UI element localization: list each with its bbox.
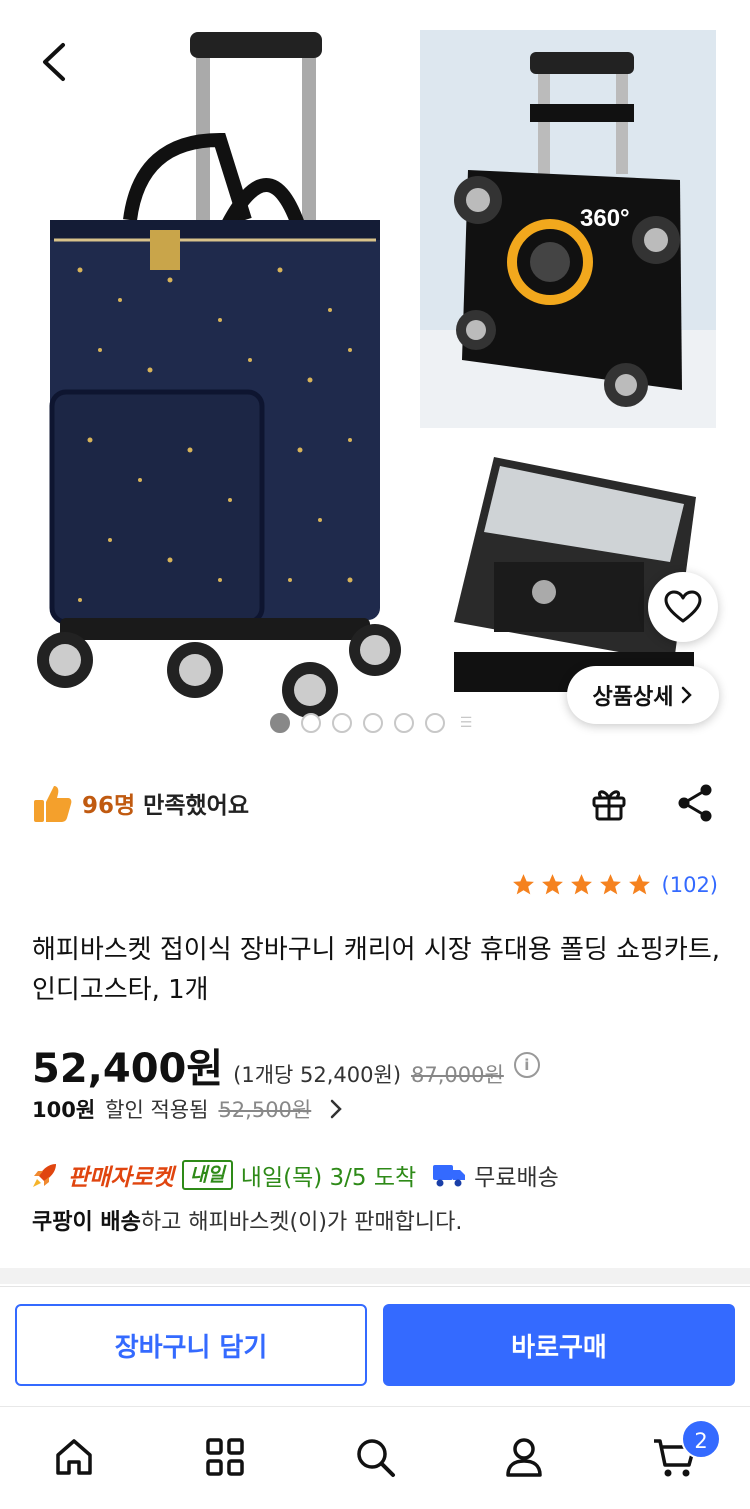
product-page: 360° 상품상세 ☰ 96명 만족했어요 (102) 해피바스켓 접이식 장바… [0, 0, 750, 1509]
current-price: 52,400원 [32, 1046, 224, 1092]
seller-bold: 쿠팡이 배송 [32, 1210, 141, 1235]
share-button[interactable] [672, 780, 718, 826]
rocket-label: 판매자로켓 [68, 1165, 174, 1191]
share-icon [678, 784, 712, 822]
chevron-right-icon [331, 1099, 343, 1119]
price-row: 52,400원 (1개당 52,400원) 87,000원 i [32, 1036, 540, 1094]
rating[interactable]: (102) [511, 872, 718, 897]
seller-info: 쿠팡이 배송하고 해피바스켓(이)가 판매합니다. [32, 1204, 462, 1236]
gallery-dot[interactable] [425, 713, 445, 733]
product-main-image[interactable] [20, 20, 410, 720]
gallery-dot[interactable] [332, 713, 352, 733]
star-icon [599, 874, 621, 895]
unit-price: (1개당 52,400원) [233, 1063, 402, 1087]
star-icon [570, 874, 592, 895]
thumbs-up-icon [34, 786, 72, 822]
gift-button[interactable] [586, 780, 632, 826]
satisfaction-text: 96명 만족했어요 [82, 786, 249, 820]
product-image-wheel-base[interactable]: 360° [420, 30, 716, 428]
gallery-dot[interactable] [363, 713, 383, 733]
original-price: 87,000원 [411, 1063, 504, 1087]
purchase-bar: 장바구니 담기 바로구매 [0, 1286, 750, 1404]
rotation-label: 360° [580, 205, 630, 232]
discount-original-price: 52,500원 [218, 1098, 312, 1122]
truck-icon [433, 1165, 466, 1187]
seller-rest: 하고 해피바스켓(이)가 판매합니다. [140, 1210, 463, 1235]
back-button[interactable] [28, 36, 80, 88]
gift-icon [592, 790, 626, 821]
favorite-button[interactable] [648, 572, 718, 642]
satisfaction-label: 만족했어요 [135, 793, 249, 819]
gallery-pagination[interactable]: ☰ [270, 713, 476, 733]
bottom-navigation [0, 1406, 750, 1509]
chevron-left-icon [43, 43, 65, 81]
star-icon [512, 874, 534, 895]
cart-count-badge: 2 [681, 1419, 721, 1459]
discount-amount: 100원 [32, 1098, 96, 1122]
user-icon [506, 1438, 542, 1477]
product-detail-button[interactable]: 상품상세 [567, 666, 719, 724]
add-to-cart-button[interactable]: 장바구니 담기 [15, 1304, 367, 1386]
satisfaction-row: 96명 만족했어요 [32, 775, 249, 831]
satisfaction-count: 96명 [82, 793, 136, 819]
product-title: 해피바스켓 접이식 장바구니 캐리어 시장 휴대용 폴딩 쇼핑카트, 인디고스타… [32, 935, 721, 1005]
gallery-dot[interactable] [270, 713, 290, 733]
buy-now-button[interactable]: 바로구매 [383, 1304, 735, 1386]
product-detail-label: 상품상세 [592, 685, 674, 710]
arrival-date: 내일(목) 3/5 도착 [240, 1165, 417, 1191]
discount-row[interactable]: 100원 할인 적용됨 52,500원 [32, 1094, 343, 1124]
nav-my-account[interactable] [498, 1431, 550, 1483]
star-icon [628, 874, 650, 895]
gallery-dot[interactable] [301, 713, 321, 733]
gallery-more-icon[interactable]: ☰ [456, 713, 476, 733]
discount-label: 할인 적용됨 [105, 1098, 209, 1122]
section-divider [0, 1268, 750, 1284]
heart-icon [664, 590, 702, 623]
gallery-dot[interactable] [394, 713, 414, 733]
grid-icon [206, 1438, 244, 1476]
tomorrow-badge: 내일 [181, 1160, 233, 1190]
rocket-icon [33, 1164, 56, 1187]
review-count-link[interactable]: (102) [662, 873, 718, 897]
free-shipping: 무료배송 [474, 1165, 559, 1191]
nav-home[interactable] [48, 1431, 100, 1483]
home-icon [56, 1439, 92, 1475]
star-icon [541, 874, 563, 895]
delivery-row: 판매자로켓 내일 내일(목) 3/5 도착 무료배송 [30, 1158, 559, 1192]
nav-search[interactable] [349, 1431, 401, 1483]
nav-category[interactable] [199, 1431, 251, 1483]
search-icon [357, 1439, 395, 1477]
chevron-right-icon [682, 686, 693, 704]
info-icon[interactable]: i [513, 1052, 540, 1078]
product-gallery[interactable]: 360° 상품상세 ☰ [0, 0, 750, 745]
